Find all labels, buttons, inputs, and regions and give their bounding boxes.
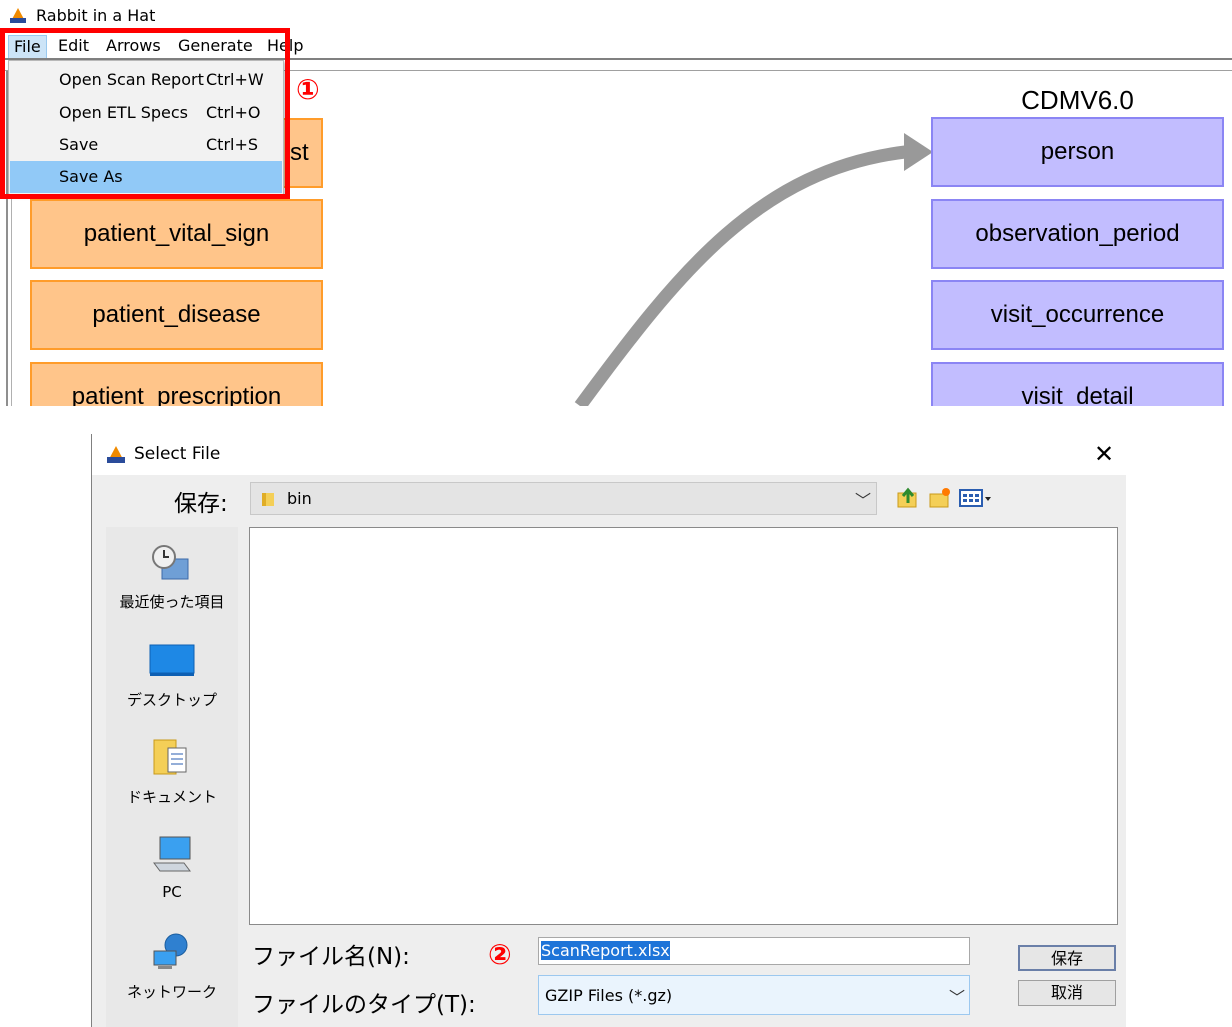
- target-table-visit-occurrence[interactable]: visit_occurrence: [931, 280, 1224, 350]
- target-table-visit-detail[interactable]: visit_detail: [931, 362, 1224, 406]
- filetype-dropdown[interactable]: GZIP Files (*.gz) ﹀: [538, 975, 970, 1015]
- source-table-patient-prescription[interactable]: patient_prescription: [30, 362, 323, 406]
- file-list-pane[interactable]: [249, 527, 1118, 925]
- filename-input[interactable]: ScanReport.xlsx: [538, 937, 970, 965]
- target-table-person[interactable]: person: [931, 117, 1224, 187]
- recent-items-icon: [152, 545, 189, 580]
- filetype-label: ファイルのタイプ(T):: [252, 992, 476, 1018]
- save-in-dropdown[interactable]: bin ﹀: [250, 482, 877, 515]
- network-icon: [153, 933, 188, 969]
- dialog-body: 保存: bin ﹀ 最近使った項目 デスクトップ ドキュメント PC ネットワー…: [92, 475, 1126, 1027]
- place-recent-items[interactable]: 最近使った項目: [106, 527, 238, 617]
- desktop-icon: [149, 644, 195, 676]
- save-in-label: 保存:: [174, 491, 228, 517]
- save-in-value: bin: [287, 489, 312, 508]
- filename-label: ファイル名(N):: [252, 944, 410, 970]
- new-folder-icon[interactable]: [928, 487, 952, 509]
- step-marker-1: ①: [296, 73, 320, 106]
- target-table-observation-period[interactable]: observation_period: [931, 199, 1224, 269]
- folder-icon: [262, 493, 274, 506]
- rabbit-hat-icon: [8, 6, 28, 24]
- close-icon[interactable]: ✕: [1094, 440, 1114, 468]
- place-pc[interactable]: PC: [106, 819, 238, 909]
- panel-gap: [0, 406, 1232, 434]
- rabbit-in-a-hat-window: Rabbit in a Hat File Edit Arrows Generat…: [0, 0, 1232, 406]
- select-file-dialog: Select File ✕ 保存: bin ﹀ 最近使った項目 デスクトップ ド…: [91, 434, 1126, 1027]
- source-table-patient-vital-sign[interactable]: patient_vital_sign: [30, 199, 323, 269]
- cancel-button[interactable]: 取消: [1018, 980, 1116, 1006]
- documents-icon: [153, 739, 187, 775]
- step-marker-2: ②: [488, 938, 512, 971]
- app-title: Rabbit in a Hat: [36, 6, 156, 25]
- source-table-patient-disease[interactable]: patient_disease: [30, 280, 323, 350]
- save-button[interactable]: 保存: [1018, 945, 1116, 971]
- target-schema-title: CDMV6.0: [1021, 85, 1134, 115]
- places-bar: 最近使った項目 デスクトップ ドキュメント PC ネットワーク: [106, 527, 238, 1027]
- chevron-down-icon: ﹀: [949, 988, 966, 1007]
- view-menu-icon[interactable]: [958, 487, 994, 509]
- place-documents[interactable]: ドキュメント: [106, 722, 238, 812]
- place-desktop[interactable]: デスクトップ: [106, 625, 238, 715]
- source-table-label-fragment: st: [290, 139, 309, 166]
- rabbit-hat-icon: [107, 446, 125, 463]
- chevron-down-icon: ﹀: [855, 491, 872, 510]
- up-folder-icon[interactable]: [896, 487, 920, 509]
- highlight-box-file-menu: [0, 28, 290, 199]
- place-network[interactable]: ネットワーク: [106, 917, 238, 1007]
- dialog-title: Select File: [134, 444, 221, 464]
- computer-icon: [153, 836, 191, 872]
- filename-value: ScanReport.xlsx: [541, 941, 670, 960]
- filetype-value: GZIP Files (*.gz): [545, 986, 673, 1005]
